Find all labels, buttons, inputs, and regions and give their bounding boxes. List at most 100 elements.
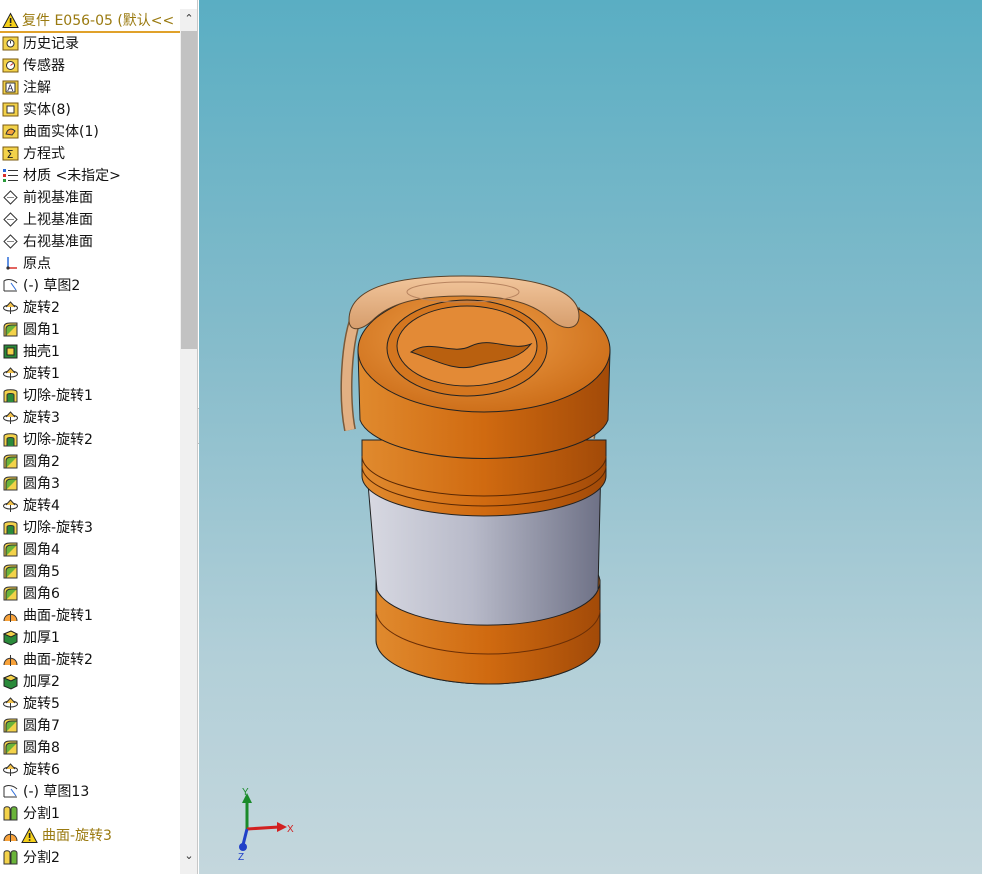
tree-item-label: 方程式 bbox=[23, 146, 65, 162]
tree-item[interactable]: 曲面-旋转3 bbox=[0, 824, 180, 846]
svg-text:Σ: Σ bbox=[7, 148, 14, 161]
tree-item[interactable]: 加厚2 bbox=[0, 670, 180, 692]
tree-item-label: 旋转4 bbox=[23, 498, 60, 514]
tree-item[interactable]: 圆角8 bbox=[0, 736, 180, 758]
tree-item-label: 注解 bbox=[23, 80, 51, 96]
tree-item[interactable]: 圆角5 bbox=[0, 560, 180, 582]
tree-item[interactable]: 原点 bbox=[0, 252, 180, 274]
tree-item[interactable]: 前视基准面 bbox=[0, 186, 180, 208]
tree-item[interactable]: 圆角4 bbox=[0, 538, 180, 560]
tree-item[interactable]: (-) 草图2 bbox=[0, 274, 180, 296]
tree-item[interactable]: 分割2 bbox=[0, 846, 180, 868]
tree-item-label: 旋转2 bbox=[23, 300, 60, 316]
tree-item[interactable]: 旋转6 bbox=[0, 758, 180, 780]
tree-item[interactable]: 旋转5 bbox=[0, 692, 180, 714]
tree-item[interactable]: 圆角2 bbox=[0, 450, 180, 472]
tree-item[interactable]: 切除-旋转1 bbox=[0, 384, 180, 406]
tree-item-label: 曲面-旋转3 bbox=[42, 828, 112, 844]
tree-item-label: 前视基准面 bbox=[23, 190, 93, 206]
cut-revolve-icon bbox=[2, 519, 19, 536]
scroll-down-arrow-icon[interactable]: ⌄ bbox=[180, 846, 197, 866]
tree-item-label: 切除-旋转3 bbox=[23, 520, 93, 536]
tree-item[interactable]: 传感器 bbox=[0, 54, 180, 76]
fillet-icon bbox=[2, 585, 19, 602]
tree-item-label: 分割1 bbox=[23, 806, 60, 822]
tree-item[interactable]: 圆角6 bbox=[0, 582, 180, 604]
tree-item[interactable]: (-) 草图13 bbox=[0, 780, 180, 802]
revolve-icon bbox=[2, 497, 19, 514]
fillet-icon bbox=[2, 321, 19, 338]
tree-item[interactable]: 加厚1 bbox=[0, 626, 180, 648]
thermos-model[interactable] bbox=[199, 0, 982, 874]
tree-item[interactable]: 旋转3 bbox=[0, 406, 180, 428]
graphics-viewport[interactable]: Y X Z bbox=[199, 0, 982, 874]
shell-icon bbox=[2, 343, 19, 360]
tree-item[interactable]: 曲面实体(1) bbox=[0, 120, 180, 142]
tree-item-label: 实体(8) bbox=[23, 102, 71, 118]
tree-item[interactable]: 上视基准面 bbox=[0, 208, 180, 230]
material-icon bbox=[2, 167, 19, 184]
surface-revolve-icon bbox=[2, 607, 19, 624]
tree-item-label: 旋转5 bbox=[23, 696, 60, 712]
tree-item-label: (-) 草图13 bbox=[23, 784, 90, 800]
tree-item[interactable]: Σ 方程式 bbox=[0, 142, 180, 164]
tree-item[interactable]: 切除-旋转3 bbox=[0, 516, 180, 538]
tree-item-label: 加厚1 bbox=[23, 630, 60, 646]
tree-item-label: 切除-旋转1 bbox=[23, 388, 93, 404]
x-axis-label: X bbox=[287, 824, 294, 835]
fillet-icon bbox=[2, 563, 19, 580]
tree-item[interactable]: A 注解 bbox=[0, 76, 180, 98]
solid-bodies-icon bbox=[2, 101, 19, 118]
tree-scrollbar[interactable]: ⌃ ⌄ bbox=[180, 9, 197, 874]
tree-item-label: (-) 草图2 bbox=[23, 278, 81, 294]
tree-item-label: 右视基准面 bbox=[23, 234, 93, 250]
tree-item[interactable]: 右视基准面 bbox=[0, 230, 180, 252]
warning-icon bbox=[2, 11, 19, 29]
thicken-icon bbox=[2, 629, 19, 646]
tree-item-label: 圆角6 bbox=[23, 586, 60, 602]
tree-item[interactable]: 圆角7 bbox=[0, 714, 180, 736]
tree-item[interactable]: 圆角3 bbox=[0, 472, 180, 494]
tree-item-label: 圆角5 bbox=[23, 564, 60, 580]
cut-revolve-icon bbox=[2, 431, 19, 448]
tree-item[interactable]: 旋转2 bbox=[0, 296, 180, 318]
history-icon bbox=[2, 35, 19, 52]
tree-item[interactable]: 分割1 bbox=[0, 802, 180, 824]
plane-icon bbox=[2, 189, 19, 206]
tree-item[interactable]: 曲面-旋转2 bbox=[0, 648, 180, 670]
coordinate-triad: Y X Z bbox=[238, 787, 294, 863]
tree-item-label: 曲面实体(1) bbox=[23, 124, 99, 140]
tree-item-label: 圆角1 bbox=[23, 322, 60, 338]
scroll-up-arrow-icon[interactable]: ⌃ bbox=[180, 9, 197, 29]
scroll-thumb[interactable] bbox=[181, 31, 197, 349]
tree-item[interactable]: 材质 <未指定> bbox=[0, 164, 180, 186]
tree-item[interactable]: 曲面-旋转1 bbox=[0, 604, 180, 626]
tree-item-label: 旋转1 bbox=[23, 366, 60, 382]
sketch-icon bbox=[2, 277, 19, 294]
split-icon bbox=[2, 805, 19, 822]
tree-item[interactable]: 历史记录 bbox=[0, 32, 180, 54]
tree-item[interactable]: 切除-旋转2 bbox=[0, 428, 180, 450]
fillet-icon bbox=[2, 475, 19, 492]
tree-item[interactable]: 旋转1 bbox=[0, 362, 180, 384]
tree-item[interactable]: 实体(8) bbox=[0, 98, 180, 120]
part-header[interactable]: 复件 E056-05 (默认<< bbox=[0, 9, 180, 33]
surface-revolve-icon bbox=[2, 651, 19, 668]
tree-item-label: 分割2 bbox=[23, 850, 60, 866]
fillet-icon bbox=[2, 453, 19, 470]
tree-item-label: 切除-旋转2 bbox=[23, 432, 93, 448]
tree-item-label: 历史记录 bbox=[23, 36, 79, 52]
surface-bodies-icon bbox=[2, 123, 19, 140]
tree-item-label: 旋转6 bbox=[23, 762, 60, 778]
sketch-icon bbox=[2, 783, 19, 800]
thicken-icon bbox=[2, 673, 19, 690]
tree-item-label: 圆角8 bbox=[23, 740, 60, 756]
tree-item-label: 圆角2 bbox=[23, 454, 60, 470]
feature-manager-tree: 复件 E056-05 (默认<< 历史记录传感器 A 注解实体(8) 曲面实体(1) Σ… bbox=[0, 0, 198, 874]
tree-item[interactable]: 抽壳1 bbox=[0, 340, 180, 362]
tree-item[interactable]: 圆角1 bbox=[0, 318, 180, 340]
tree-item-label: 圆角7 bbox=[23, 718, 60, 734]
revolve-icon bbox=[2, 695, 19, 712]
tree-item[interactable]: 旋转4 bbox=[0, 494, 180, 516]
origin-icon bbox=[2, 255, 19, 272]
